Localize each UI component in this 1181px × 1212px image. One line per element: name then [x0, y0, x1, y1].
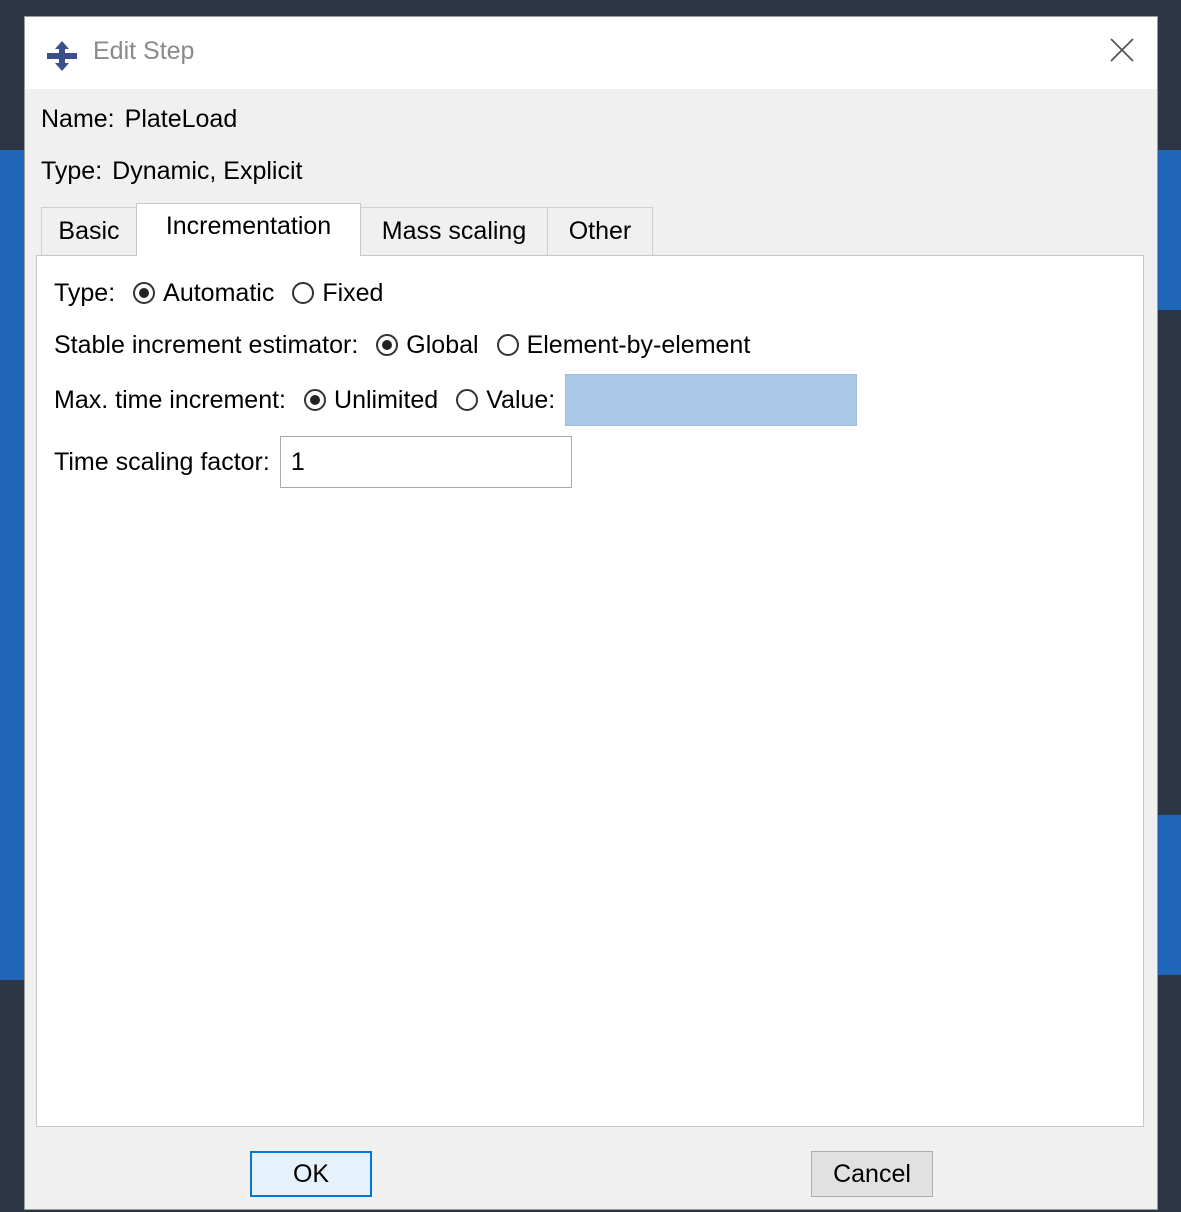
step-name-line: Name: PlateLoad [41, 105, 237, 134]
dialog-titlebar: Edit Step [25, 17, 1157, 89]
tab-label: Basic [58, 217, 120, 245]
radio-fixed[interactable]: Fixed [292, 279, 383, 308]
step-type-line: Type: Dynamic, Explicit [41, 157, 302, 186]
radio-button[interactable] [304, 389, 327, 411]
radio-button[interactable] [133, 282, 156, 304]
radio-element-by-element[interactable]: Element-by-element [496, 330, 751, 360]
close-icon[interactable] [1107, 35, 1137, 65]
tab-label: Mass scaling [381, 217, 527, 245]
radio-label: Value: [486, 385, 556, 414]
name-label: Name: [41, 105, 115, 133]
background-app-panel [1158, 815, 1181, 975]
radio-button[interactable] [496, 334, 519, 356]
radio-label: Automatic [163, 278, 275, 307]
radio-global[interactable]: Global [376, 330, 479, 360]
increment-type-row: Type: Automatic Fixed [54, 276, 401, 310]
radio-label: Unlimited [334, 385, 439, 414]
tab-mass-scaling[interactable]: Mass scaling [360, 207, 548, 255]
background-app-panel [1158, 150, 1181, 310]
max-time-value-field[interactable] [565, 374, 858, 426]
tab-label: Other [568, 217, 632, 245]
ok-button[interactable]: OK [250, 1151, 372, 1197]
estimator-row: Stable increment estimator: Global Eleme… [54, 328, 768, 362]
tab-basic[interactable]: Basic [41, 207, 137, 255]
dialog-title: Edit Step [93, 37, 195, 65]
radio-label: Element-by-element [526, 330, 751, 359]
cancel-button[interactable]: Cancel [811, 1151, 933, 1197]
radio-value[interactable]: Value: [456, 386, 555, 415]
max-time-label: Max. time increment: [54, 385, 287, 414]
time-scaling-label: Time scaling factor: [54, 447, 270, 476]
edit-step-dialog: Edit Step Name: PlateLoad Type: Dynamic, E… [24, 16, 1158, 1210]
radio-unlimited[interactable]: Unlimited [304, 386, 438, 415]
name-value: PlateLoad [124, 105, 238, 133]
radio-button[interactable] [292, 282, 315, 304]
time-scaling-row: Time scaling factor: 1 [54, 436, 572, 488]
estimator-label: Stable increment estimator: [54, 330, 359, 359]
abaqus-step-icon [47, 41, 77, 71]
radio-label: Global [406, 330, 479, 359]
ok-button-label: OK [292, 1160, 330, 1188]
tab-label: Incrementation [165, 212, 332, 240]
radio-button[interactable] [376, 334, 399, 356]
incrementation-panel: Type: Automatic Fixed Stable increment e… [36, 255, 1144, 1127]
radio-label: Fixed [322, 278, 384, 307]
cancel-button-label: Cancel [833, 1160, 911, 1188]
radio-button[interactable] [456, 389, 479, 411]
type-label: Type: [41, 157, 103, 185]
radio-automatic[interactable]: Automatic [133, 279, 274, 308]
tab-other[interactable]: Other [547, 207, 653, 255]
time-scaling-input[interactable]: 1 [279, 436, 572, 488]
tab-incrementation[interactable]: Incrementation [136, 203, 361, 256]
max-time-row: Max. time increment: Unlimited Value: [54, 374, 858, 426]
type-value: Dynamic, Explicit [112, 157, 303, 185]
background-app-panel [0, 150, 24, 980]
increment-type-label: Type: [54, 278, 116, 307]
